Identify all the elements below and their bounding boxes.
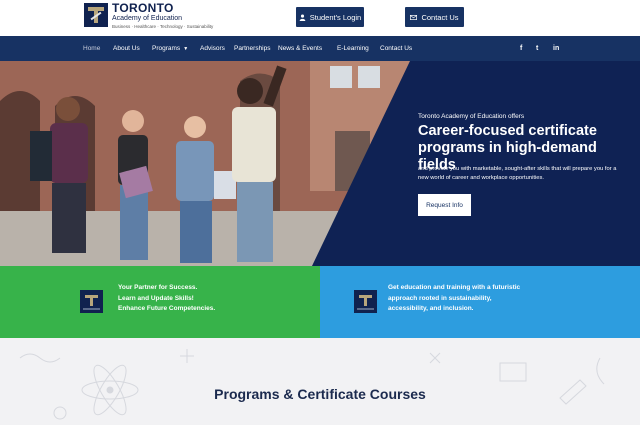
logo-name: TORONTO xyxy=(112,1,174,15)
nav-item-programs-label: Programs xyxy=(152,45,181,52)
programs-section: Programs & Certificate Courses xyxy=(0,338,640,425)
academy-logo-icon xyxy=(354,290,377,313)
nav-item-news-events[interactable]: News & Events xyxy=(278,36,322,61)
feature-band-education: Get education and training with a futuri… xyxy=(320,266,640,338)
nav-item-e-learning[interactable]: E-Learning xyxy=(337,36,369,61)
contact-us-label: Contact Us xyxy=(421,12,459,22)
student-login-button[interactable]: Student's Login xyxy=(296,7,364,27)
hero-kicker: Toronto Academy of Education offers xyxy=(418,113,525,120)
feature-education-line-2: approach rooted in sustainability, xyxy=(388,294,492,302)
logo-subtitle: Academy of Education xyxy=(112,15,183,22)
nav-item-programs[interactable]: Programs ▼ xyxy=(152,36,188,61)
main-nav: Home About Us Programs ▼ Advisors Partner… xyxy=(0,36,640,61)
student-login-label: Student's Login xyxy=(309,12,362,22)
feature-partner-line-1: Your Partner for Success. xyxy=(118,284,198,291)
nav-item-contact-us[interactable]: Contact Us xyxy=(380,36,412,61)
hero-description: and provide you with marketable, sought-… xyxy=(418,166,617,181)
user-icon xyxy=(299,14,306,21)
feature-education-line-1: Get education and training with a futuri… xyxy=(388,284,521,291)
contact-us-button[interactable]: Contact Us xyxy=(405,7,464,27)
academy-logo-icon xyxy=(80,290,103,313)
nav-item-advisors[interactable]: Advisors xyxy=(200,36,225,61)
feature-education-line-3: accessibility, and inclusion. xyxy=(388,305,474,312)
logo-mark-icon xyxy=(84,3,108,27)
site-header: TORONTO Academy of Education Business · … xyxy=(0,0,640,36)
nav-item-about-us[interactable]: About Us xyxy=(113,36,140,61)
logo-tagline: Business · Healthcare · Technology · Sus… xyxy=(112,24,214,29)
site-logo[interactable]: TORONTO Academy of Education Business · … xyxy=(84,2,213,34)
nav-item-partnerships[interactable]: Partnerships xyxy=(234,36,271,61)
facebook-icon[interactable]: f xyxy=(520,36,522,61)
feature-partner-line-3: Enhance Future Competencies. xyxy=(118,305,216,312)
feature-partner-text: Your Partner for Success. Learn and Upda… xyxy=(118,283,215,315)
feature-education-text: Get education and training with a futuri… xyxy=(388,283,520,315)
programs-title: Programs & Certificate Courses xyxy=(214,386,426,402)
hero-section: Toronto Academy of Education offers Care… xyxy=(0,61,640,266)
linkedin-icon[interactable]: in xyxy=(553,36,559,61)
feature-partner-line-2: Learn and Update Skills! xyxy=(118,294,194,302)
feature-band-partner: Your Partner for Success. Learn and Upda… xyxy=(0,266,320,338)
logo-text: TORONTO Academy of Education Business · … xyxy=(112,2,213,30)
envelope-icon xyxy=(410,14,418,20)
twitter-icon[interactable]: t xyxy=(536,36,538,61)
chevron-down-icon: ▼ xyxy=(183,46,189,52)
decorative-doodles xyxy=(19,349,605,420)
nav-item-home[interactable]: Home xyxy=(83,36,100,61)
request-info-button[interactable]: Request Info xyxy=(418,194,471,216)
